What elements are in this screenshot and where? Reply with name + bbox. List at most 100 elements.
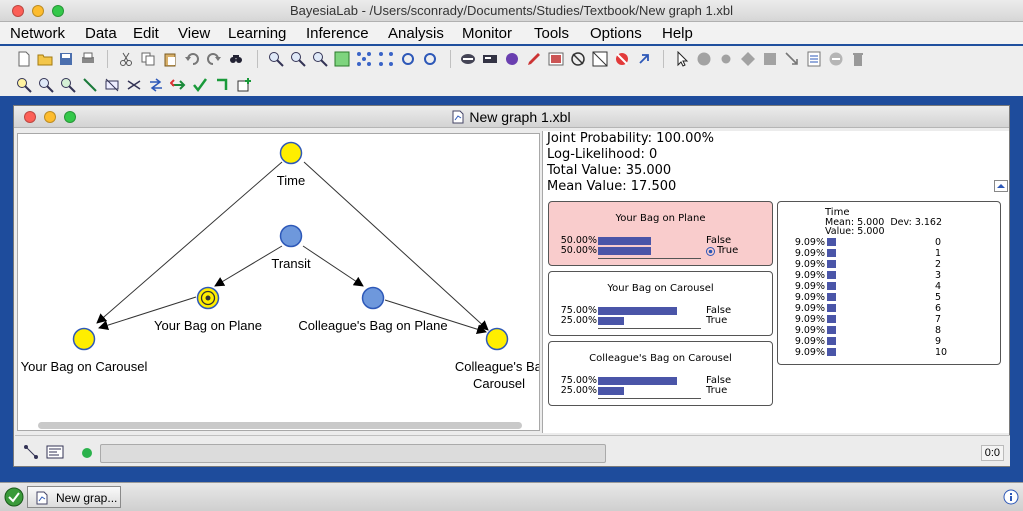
- stop-icon[interactable]: [614, 51, 630, 67]
- menu-data[interactable]: Data: [85, 25, 117, 42]
- zoom-out-icon[interactable]: [290, 51, 306, 67]
- image-icon[interactable]: [548, 51, 564, 67]
- zoom-window-button[interactable]: [52, 5, 64, 17]
- menu-inference[interactable]: Inference: [306, 25, 369, 42]
- graph-minimize-button[interactable]: [44, 111, 56, 123]
- pen-icon[interactable]: [526, 51, 542, 67]
- find-icon[interactable]: [228, 51, 244, 67]
- menu-analysis[interactable]: Analysis: [388, 25, 444, 42]
- arc-mode-icon[interactable]: [23, 444, 39, 460]
- paste-icon[interactable]: [162, 51, 178, 67]
- time-row-pct: 9.09%: [794, 292, 825, 303]
- node-label-transit: Transit: [271, 256, 311, 271]
- node-your-bag-carousel[interactable]: [72, 327, 96, 351]
- copy-icon[interactable]: [140, 51, 156, 67]
- save-icon[interactable]: [58, 51, 74, 67]
- window-titlebar: BayesiaLab - /Users/sconrady/Documents/S…: [0, 0, 1023, 22]
- cut-icon[interactable]: [118, 51, 134, 67]
- layout-icon[interactable]: [356, 51, 372, 67]
- time-row-label: 8: [935, 325, 942, 336]
- progress-bar: [100, 444, 606, 463]
- app-status-icon[interactable]: [4, 487, 24, 507]
- zoom-node-icon[interactable]: [16, 77, 32, 93]
- utility-node-icon[interactable]: [762, 51, 778, 67]
- taskbar: New grap...: [0, 482, 1023, 511]
- menu-view[interactable]: View: [178, 25, 210, 42]
- arc-icon-1[interactable]: [82, 77, 98, 93]
- graph-close-button[interactable]: [24, 111, 36, 123]
- small-node-tool-icon[interactable]: [718, 51, 734, 67]
- joint-probability: Joint Probability: 100.00%: [547, 131, 714, 146]
- arc-transit-colleague-plane[interactable]: [302, 245, 364, 287]
- menu-edit[interactable]: Edit: [133, 25, 159, 42]
- zoom-default-icon[interactable]: [312, 51, 328, 67]
- open-folder-icon[interactable]: [37, 51, 53, 67]
- move-arc-icon[interactable]: [170, 77, 186, 93]
- collapse-up-icon[interactable]: [994, 180, 1008, 192]
- monitor-title: Colleague's Bag on Carousel: [589, 353, 732, 364]
- time-row-label: 10: [935, 347, 948, 358]
- monitor-your-bag-carousel[interactable]: Your Bag on Carousel 75.00% False 25.00%…: [548, 271, 773, 336]
- redo-icon[interactable]: [206, 51, 222, 67]
- graph-horizontal-scrollbar[interactable]: [38, 422, 522, 429]
- node-colleague-bag-carousel[interactable]: [485, 327, 509, 351]
- time-row: 9.09% 2: [778, 259, 1000, 270]
- monitor-title: Your Bag on Carousel: [607, 283, 714, 294]
- network-graph[interactable]: Time Transit Your Bag on Plane Colleague…: [18, 134, 540, 431]
- menu-learning[interactable]: Learning: [228, 25, 286, 42]
- monitor-time[interactable]: Time Mean: 5.000 Dev: 3.162 Value: 5.000…: [777, 201, 1001, 365]
- taskbar-item-new-graph[interactable]: New grap...: [27, 486, 121, 508]
- menu-monitor[interactable]: Monitor: [462, 25, 512, 42]
- graph-canvas[interactable]: Time Transit Your Bag on Plane Colleague…: [17, 133, 540, 431]
- menu-help[interactable]: Help: [662, 25, 693, 42]
- undo-icon[interactable]: [184, 51, 200, 67]
- text-mode-icon[interactable]: [46, 444, 64, 460]
- node-transit[interactable]: [279, 224, 303, 248]
- arc-icon-3[interactable]: [126, 77, 142, 93]
- trash-icon[interactable]: [850, 51, 866, 67]
- layout-alt-icon[interactable]: [378, 51, 394, 67]
- zoom-in-icon[interactable]: [268, 51, 284, 67]
- menu-network[interactable]: Network: [10, 25, 65, 42]
- new-file-icon[interactable]: [16, 51, 32, 67]
- invert-arc-icon[interactable]: [148, 77, 164, 93]
- validate-icon[interactable]: [192, 77, 208, 93]
- corner-icon[interactable]: [214, 77, 230, 93]
- print-icon[interactable]: [80, 51, 96, 67]
- zoom-arc-icon[interactable]: [60, 77, 76, 93]
- close-window-button[interactable]: [12, 5, 24, 17]
- arrow-select-icon[interactable]: [636, 51, 652, 67]
- rotate-left-icon[interactable]: [400, 51, 416, 67]
- arc-time-colleague-carousel[interactable]: [303, 161, 489, 331]
- node-colleague-bag-plane[interactable]: [361, 286, 385, 310]
- rotate-right-icon[interactable]: [422, 51, 438, 67]
- menu-tools[interactable]: Tools: [534, 25, 569, 42]
- console-icon[interactable]: [482, 51, 498, 67]
- menu-options[interactable]: Options: [590, 25, 642, 42]
- time-row-bar: [827, 337, 836, 345]
- info-icon[interactable]: [1003, 489, 1019, 505]
- add-node-icon[interactable]: [236, 77, 252, 93]
- monitor-pct: 50.00%: [560, 245, 597, 256]
- pointer-icon[interactable]: [674, 51, 690, 67]
- monitor-colleague-bag-carousel[interactable]: Colleague's Bag on Carousel 75.00% False…: [548, 341, 773, 406]
- monitor-state-label: True: [706, 385, 728, 396]
- fit-window-icon[interactable]: [334, 51, 350, 67]
- no-arc-icon[interactable]: [570, 51, 586, 67]
- decision-node-icon[interactable]: [740, 51, 756, 67]
- graph-zoom-button[interactable]: [64, 111, 76, 123]
- arc-icon-2[interactable]: [104, 77, 120, 93]
- no-node-icon[interactable]: [592, 51, 608, 67]
- node-time[interactable]: [279, 141, 303, 165]
- monitor-your-bag-plane[interactable]: Your Bag on Plane 50.00% False 50.00% Tr…: [548, 201, 773, 266]
- minimize-window-button[interactable]: [32, 5, 44, 17]
- note-tool-icon[interactable]: [806, 51, 822, 67]
- secondary-toolbar: [0, 72, 1023, 98]
- delete-node-icon[interactable]: [828, 51, 844, 67]
- network-view-icon[interactable]: [460, 51, 476, 67]
- node-color-icon[interactable]: [504, 51, 520, 67]
- arc-tool-icon[interactable]: [784, 51, 800, 67]
- log-likelihood: Log-Likelihood: 0: [547, 147, 658, 162]
- node-tool-icon[interactable]: [696, 51, 712, 67]
- zoom-node-out-icon[interactable]: [38, 77, 54, 93]
